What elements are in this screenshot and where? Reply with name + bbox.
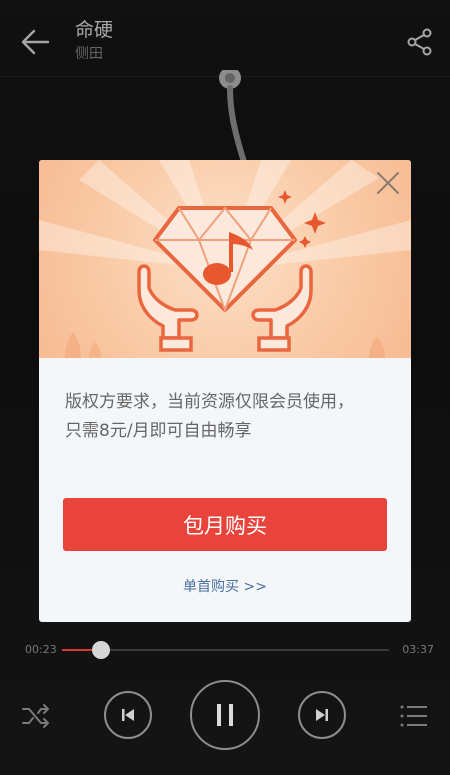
dialog-message: 版权方要求，当前资源仅限会员使用， 只需8元/月即可自由畅享 — [65, 388, 395, 446]
seek-bar[interactable] — [62, 641, 389, 659]
monthly-subscribe-button[interactable]: 包月购买 — [63, 498, 387, 551]
previous-icon — [122, 709, 134, 721]
playlist-icon[interactable] — [398, 700, 430, 732]
message-line-2: 只需8元/月即可自由畅享 — [65, 421, 252, 441]
pause-icon — [217, 704, 233, 726]
close-icon[interactable] — [375, 170, 401, 196]
seek-thumb[interactable] — [92, 641, 111, 659]
message-line-1: 版权方要求，当前资源仅限会员使用， — [65, 392, 354, 412]
shuffle-icon[interactable] — [20, 700, 52, 732]
next-button[interactable] — [298, 691, 346, 739]
current-time: 00:23 — [25, 643, 57, 656]
playback-controls — [0, 680, 450, 750]
total-time: 03:37 — [402, 643, 434, 656]
next-icon — [316, 709, 328, 721]
playback-progress: 00:23 03:37 — [0, 638, 450, 662]
dialog-banner — [39, 160, 411, 358]
pause-button[interactable] — [190, 680, 260, 750]
diamond-music-icon — [39, 160, 411, 358]
vip-required-dialog: 版权方要求，当前资源仅限会员使用， 只需8元/月即可自由畅享 包月购买 单首购买… — [39, 160, 411, 622]
previous-button[interactable] — [104, 691, 152, 739]
buy-single-song-link[interactable]: 单首购买 >> — [39, 576, 411, 596]
